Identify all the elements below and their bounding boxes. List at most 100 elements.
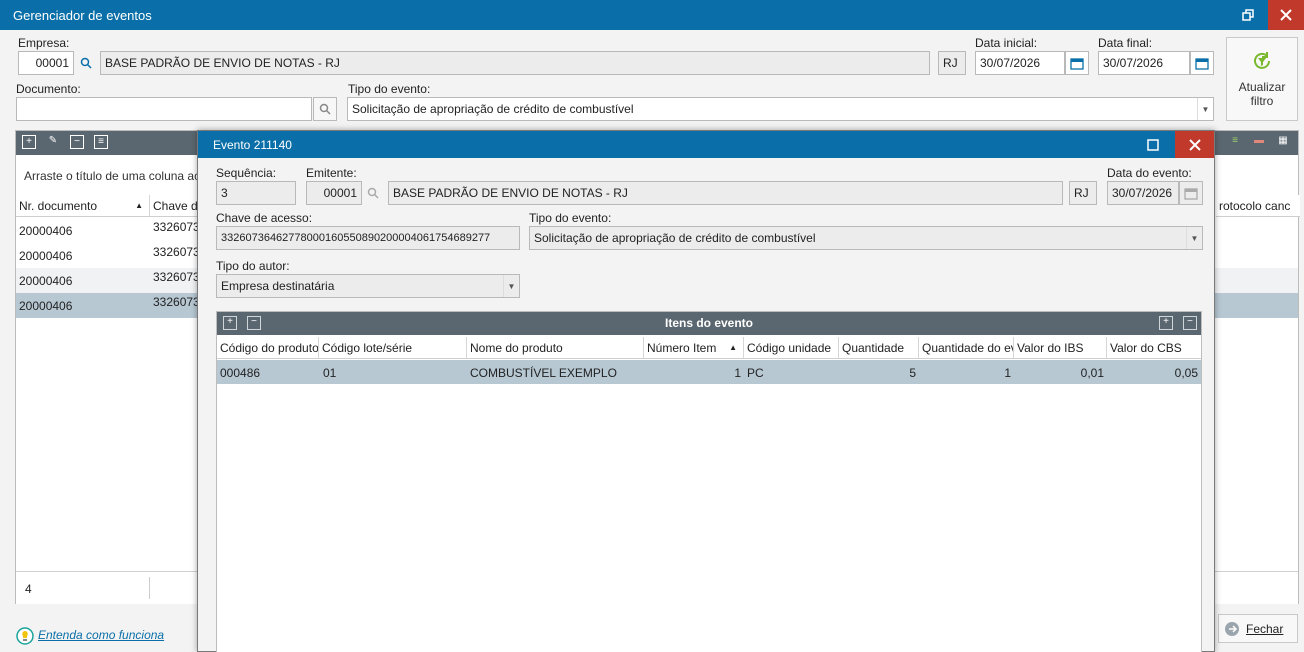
calendar-icon: [1195, 57, 1209, 70]
columns-icon[interactable]: ▦: [1276, 135, 1290, 149]
col-codigo-unidade[interactable]: Código unidade: [744, 337, 839, 359]
data-final-calendar-button[interactable]: [1190, 51, 1214, 75]
data-final-label: Data final:: [1098, 36, 1153, 50]
emitente-code-field: 00001: [306, 181, 362, 205]
collapse-icon[interactable]: −: [247, 316, 261, 330]
refresh-filter-button[interactable]: Atualizar filtro: [1226, 37, 1298, 121]
data-evento-calendar-button: [1179, 181, 1203, 205]
refresh-label-line1: Atualizar: [1238, 80, 1286, 94]
col-numero-item[interactable]: Número Item ▲: [644, 337, 744, 359]
chave-field: 3326073646277800016055089020000406175468…: [216, 226, 520, 250]
col-quantidade[interactable]: Quantidade: [839, 337, 919, 359]
window-titlebar: Gerenciador de eventos: [0, 0, 1304, 30]
col-nr-documento-label: Nr. documento: [19, 199, 98, 213]
dialog-title: Evento 211140: [213, 138, 292, 152]
expand-all-icon[interactable]: +: [1159, 316, 1173, 330]
cell-chave: 3326073: [153, 220, 200, 234]
item-cbs: 0,05: [1174, 366, 1198, 380]
edit-icon[interactable]: ✎: [46, 135, 60, 149]
item-lote: 01: [323, 366, 337, 380]
documento-label: Documento:: [16, 82, 81, 96]
items-grid-title: Itens do evento: [664, 316, 753, 330]
documento-search-button[interactable]: [313, 97, 337, 121]
col-quantidade-evento[interactable]: Quantidade do evento: [919, 337, 1014, 359]
chave-label: Chave de acesso:: [216, 211, 313, 225]
empresa-search-button[interactable]: [74, 51, 98, 75]
search-icon: [80, 57, 92, 69]
add-icon[interactable]: +: [22, 135, 36, 149]
calendar-icon: [1070, 57, 1084, 70]
search-icon: [367, 187, 379, 199]
close-window-button[interactable]: [1268, 0, 1304, 30]
event-dialog: Evento 211140 Sequência: 3 Emitente: 000…: [197, 130, 1215, 652]
cell-doc: 20000406: [19, 249, 73, 263]
close-button-label: Fechar: [1246, 622, 1284, 636]
emitente-label: Emitente:: [306, 166, 357, 180]
cell-chave: 3326073: [153, 245, 200, 259]
filter-clear-icon[interactable]: ▬: [1252, 135, 1266, 149]
sort-asc-icon: ▲: [729, 343, 737, 352]
cell-doc: 20000406: [19, 299, 73, 313]
tipo-evento-select[interactable]: Solicitação de apropriação de crédito de…: [347, 97, 1214, 121]
col-codigo-produto[interactable]: Código do produto: [217, 337, 319, 359]
item-nome: COMBUSTÍVEL EXEMPLO: [470, 366, 617, 380]
dialog-tipo-evento-select[interactable]: Solicitação de apropriação de crédito de…: [529, 226, 1203, 250]
window-title: Gerenciador de eventos: [13, 8, 152, 23]
expand-icon[interactable]: +: [223, 316, 237, 330]
col-numero-item-label: Número Item: [647, 341, 717, 355]
group-rows-icon[interactable]: ≡: [1228, 135, 1242, 149]
data-final-input[interactable]: 30/07/2026: [1098, 51, 1190, 75]
close-icon: [1188, 138, 1201, 151]
items-grid-toolbar: + − Itens do evento + −: [217, 312, 1201, 335]
cell-chave: 3326073: [153, 295, 200, 309]
chevron-down-icon[interactable]: ▼: [1197, 98, 1213, 120]
item-quantidade: 5: [909, 366, 916, 380]
empresa-label: Empresa:: [18, 36, 70, 50]
col-valor-ibs[interactable]: Valor do IBS: [1014, 337, 1107, 359]
collapse-all-icon[interactable]: −: [1183, 316, 1197, 330]
col-nr-documento[interactable]: Nr. documento ▲: [16, 195, 150, 217]
list-icon[interactable]: ≡: [94, 135, 108, 149]
empresa-name-field: BASE PADRÃO DE ENVIO DE NOTAS - RJ: [100, 51, 930, 75]
dialog-tipo-evento-label: Tipo do evento:: [529, 211, 612, 225]
sort-asc-icon: ▲: [135, 201, 143, 210]
item-unidade: PC: [747, 366, 764, 380]
group-hint: Arraste o título de uma coluna ac: [24, 169, 201, 183]
restore-button[interactable]: [1230, 0, 1266, 30]
maximize-icon: [1147, 138, 1159, 151]
tipo-autor-select[interactable]: Empresa destinatária: [216, 274, 520, 298]
exit-icon: [1225, 622, 1239, 636]
data-evento-field: 30/07/2026: [1107, 181, 1179, 205]
row-count: 4: [25, 582, 32, 596]
close-icon: [1280, 9, 1292, 21]
close-button[interactable]: Fechar: [1218, 614, 1298, 643]
data-inicial-calendar-button[interactable]: [1065, 51, 1089, 75]
chevron-down-icon[interactable]: ▼: [1186, 227, 1202, 249]
remove-icon[interactable]: −: [70, 135, 84, 149]
col-nome-produto[interactable]: Nome do produto: [467, 337, 644, 359]
tipo-evento-label: Tipo do evento:: [348, 82, 431, 96]
maximize-button[interactable]: [1135, 131, 1171, 158]
emitente-uf-field: RJ: [1069, 181, 1097, 205]
data-inicial-label: Data inicial:: [975, 36, 1038, 50]
empresa-code-input[interactable]: 00001: [18, 51, 74, 75]
col-codigo-lote[interactable]: Código lote/série: [319, 337, 467, 359]
chevron-down-icon[interactable]: ▼: [503, 275, 519, 297]
cell-doc: 20000406: [19, 224, 73, 238]
data-inicial-input[interactable]: 30/07/2026: [975, 51, 1065, 75]
col-chave[interactable]: Chave d: [150, 195, 200, 217]
calendar-icon: [1184, 187, 1198, 200]
close-dialog-button[interactable]: [1175, 131, 1214, 158]
item-row[interactable]: 000486 01 COMBUSTÍVEL EXEMPLO 1 PC 5 1 0…: [217, 360, 1201, 384]
dialog-titlebar: Evento 211140: [198, 131, 1214, 158]
documento-input[interactable]: [16, 97, 312, 121]
col-valor-cbs[interactable]: Valor do CBS: [1107, 337, 1201, 359]
tipo-autor-label: Tipo do autor:: [216, 259, 290, 273]
search-icon: [319, 103, 331, 115]
data-evento-label: Data do evento:: [1107, 166, 1192, 180]
col-protocolo-canc[interactable]: rotocolo canc: [1216, 195, 1300, 217]
footer-divider: [149, 577, 150, 599]
empresa-uf-field: RJ: [938, 51, 966, 75]
help-link[interactable]: Entenda como funciona: [38, 628, 164, 642]
item-ibs: 0,01: [1080, 366, 1104, 380]
